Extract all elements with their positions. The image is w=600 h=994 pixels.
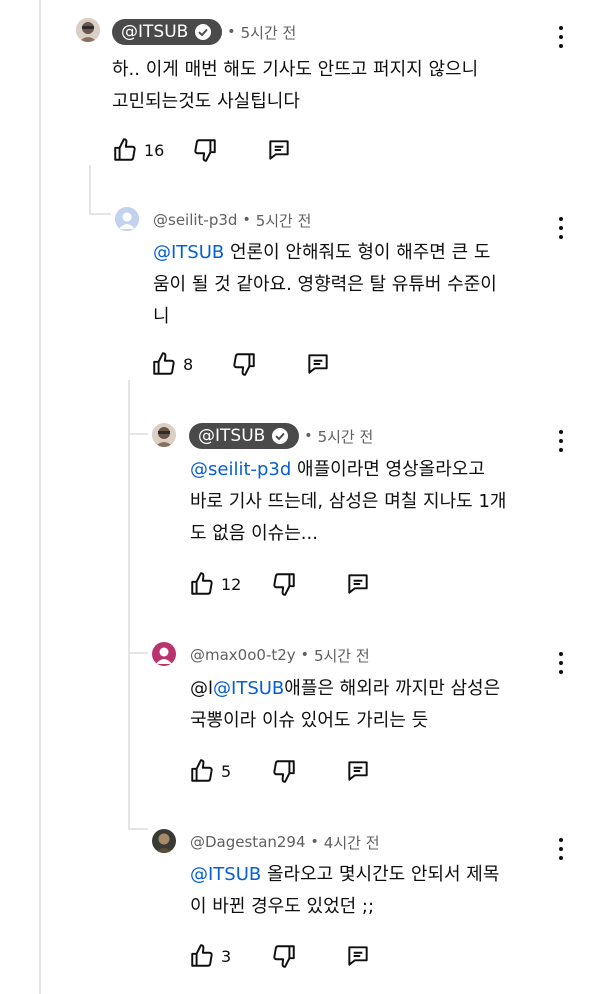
verified-check-icon [194, 23, 212, 41]
more-vert-icon[interactable] [558, 26, 564, 48]
default-avatar[interactable] [115, 207, 139, 231]
comment-line: 움이 될 것 같아요. 영향력은 탈 유튜버 수준이 [153, 274, 497, 295]
mention-link[interactable]: @seilit-p3d [190, 459, 291, 480]
comment-actions: 16 [112, 135, 292, 165]
reply-icon [345, 943, 371, 969]
timestamp[interactable]: 4시간 전 [324, 832, 380, 853]
comment-line: @ITSUB 언론이 안해줘도 형이 해주면 큰 도 [153, 242, 491, 263]
thumbs-down-icon [271, 758, 297, 784]
comment-line: 니 [153, 306, 170, 327]
author-name: @ITSUB [121, 22, 189, 42]
reply-button[interactable] [345, 758, 371, 784]
comment-text: @seilit-p3d 애플이라면 영상올라오고 바로 기사 뜨는데, 삼성은 … [190, 454, 560, 550]
comment-text: @l@ITSUB애플은 해외라 까지만 삼성은 국뽕이라 이슈 있어도 가리는 … [190, 673, 560, 737]
author-name[interactable]: @seilit-p3d [153, 211, 237, 229]
more-vert-icon[interactable] [558, 217, 564, 239]
thumbs-up-icon [112, 137, 138, 163]
author-badge[interactable]: @ITSUB [112, 19, 223, 45]
comment-actions: 12 [189, 569, 371, 599]
mention-link[interactable]: @ITSUB [213, 678, 284, 699]
comment-actions: 8 [151, 349, 331, 379]
comment-line: 이 바뀐 경우도 있었던 ;; [190, 896, 375, 917]
reply-icon [266, 137, 292, 163]
like-button[interactable]: 12 [189, 571, 241, 597]
thread-line-nested-curve-3 [128, 828, 148, 830]
thumbs-up-icon [189, 943, 215, 969]
timestamp[interactable]: 5시간 전 [314, 645, 370, 666]
thumbs-down-icon [231, 351, 257, 377]
thumbs-down-icon [192, 137, 218, 163]
reply-icon [345, 571, 371, 597]
comment-line: @seilit-p3d 애플이라면 영상올라오고 [190, 459, 485, 480]
author-name[interactable]: @Dagestan294 [190, 833, 306, 851]
timestamp[interactable]: 5시간 전 [241, 22, 297, 43]
comment-line: 도 없음 이슈는... [190, 523, 318, 544]
reply-button[interactable] [345, 571, 371, 597]
thread-line-reply-curve [89, 213, 111, 215]
thumbs-up-icon [151, 351, 177, 377]
reply-button[interactable] [266, 137, 292, 163]
reply-button[interactable] [345, 943, 371, 969]
mention-link[interactable]: @ITSUB [153, 242, 224, 263]
reply-icon [305, 351, 331, 377]
thread-line-outer [39, 0, 41, 994]
thumbs-up-icon [189, 758, 215, 784]
more-vert-icon[interactable] [558, 430, 564, 452]
like-count: 12 [221, 574, 242, 594]
reply-icon [345, 758, 371, 784]
comment-text: @ITSUB 언론이 안해줘도 형이 해주면 큰 도 움이 될 것 같아요. 영… [153, 237, 563, 333]
comment-text: @ITSUB 올라오고 몇시간도 안되서 제목 이 바뀐 경우도 있었던 ;; [190, 859, 560, 923]
verified-check-icon [271, 427, 289, 445]
author-badge[interactable]: @ITSUB [189, 423, 300, 449]
avatar[interactable] [76, 18, 100, 42]
comment-line: @l@ITSUB애플은 해외라 까지만 삼성은 [190, 678, 501, 699]
like-count: 5 [221, 761, 232, 781]
dislike-button[interactable] [271, 571, 297, 597]
separator: • [227, 24, 236, 40]
avatar[interactable] [152, 423, 176, 447]
timestamp[interactable]: 5시간 전 [256, 210, 312, 231]
comment-actions: 5 [189, 756, 371, 786]
separator: • [310, 834, 319, 850]
thumbs-down-icon [271, 943, 297, 969]
thread-line-nested [128, 380, 130, 830]
comment-line: 국뽕이라 이슈 있어도 가리는 듯 [190, 710, 429, 731]
comment-line: 하.. 이게 매번 해도 기사도 안뜨고 퍼지지 않으니 [112, 59, 479, 80]
like-count: 16 [144, 140, 165, 160]
dislike-button[interactable] [271, 758, 297, 784]
timestamp[interactable]: 5시간 전 [318, 426, 374, 447]
comment-line: 고민되는것도 사실팁니다 [112, 91, 300, 112]
like-button[interactable]: 16 [112, 137, 164, 163]
author-name[interactable]: @max0o0-t2y [190, 646, 296, 664]
more-vert-icon[interactable] [558, 652, 564, 674]
thread-line-nested-curve-2 [128, 652, 148, 654]
thread-line-nested-curve-1 [128, 433, 148, 435]
separator: • [304, 428, 313, 444]
comment-line: 바로 기사 뜨는데, 삼성은 며칠 지나도 1개 [190, 491, 507, 512]
more-vert-icon[interactable] [558, 838, 564, 860]
dislike-button[interactable] [231, 351, 257, 377]
like-count: 8 [183, 354, 194, 374]
comment-line: @ITSUB 올라오고 몇시간도 안되서 제목 [190, 864, 500, 885]
thumbs-down-icon [271, 571, 297, 597]
default-avatar[interactable] [152, 642, 176, 666]
separator: • [300, 647, 309, 663]
dislike-button[interactable] [192, 137, 218, 163]
like-button[interactable]: 8 [151, 351, 193, 377]
thread-line-reply [89, 165, 91, 215]
separator: • [242, 212, 251, 228]
comment-text: 하.. 이게 매번 해도 기사도 안뜨고 퍼지지 않으니 고민되는것도 사실팁니… [112, 54, 552, 118]
like-count: 3 [221, 946, 232, 966]
like-button[interactable]: 5 [189, 758, 231, 784]
mention-link[interactable]: @ITSUB [190, 864, 261, 885]
avatar[interactable] [152, 829, 176, 853]
comment-actions: 3 [189, 941, 371, 971]
like-button[interactable]: 3 [189, 943, 231, 969]
reply-button[interactable] [305, 351, 331, 377]
author-name: @ITSUB [198, 426, 266, 446]
thumbs-up-icon [189, 571, 215, 597]
dislike-button[interactable] [271, 943, 297, 969]
